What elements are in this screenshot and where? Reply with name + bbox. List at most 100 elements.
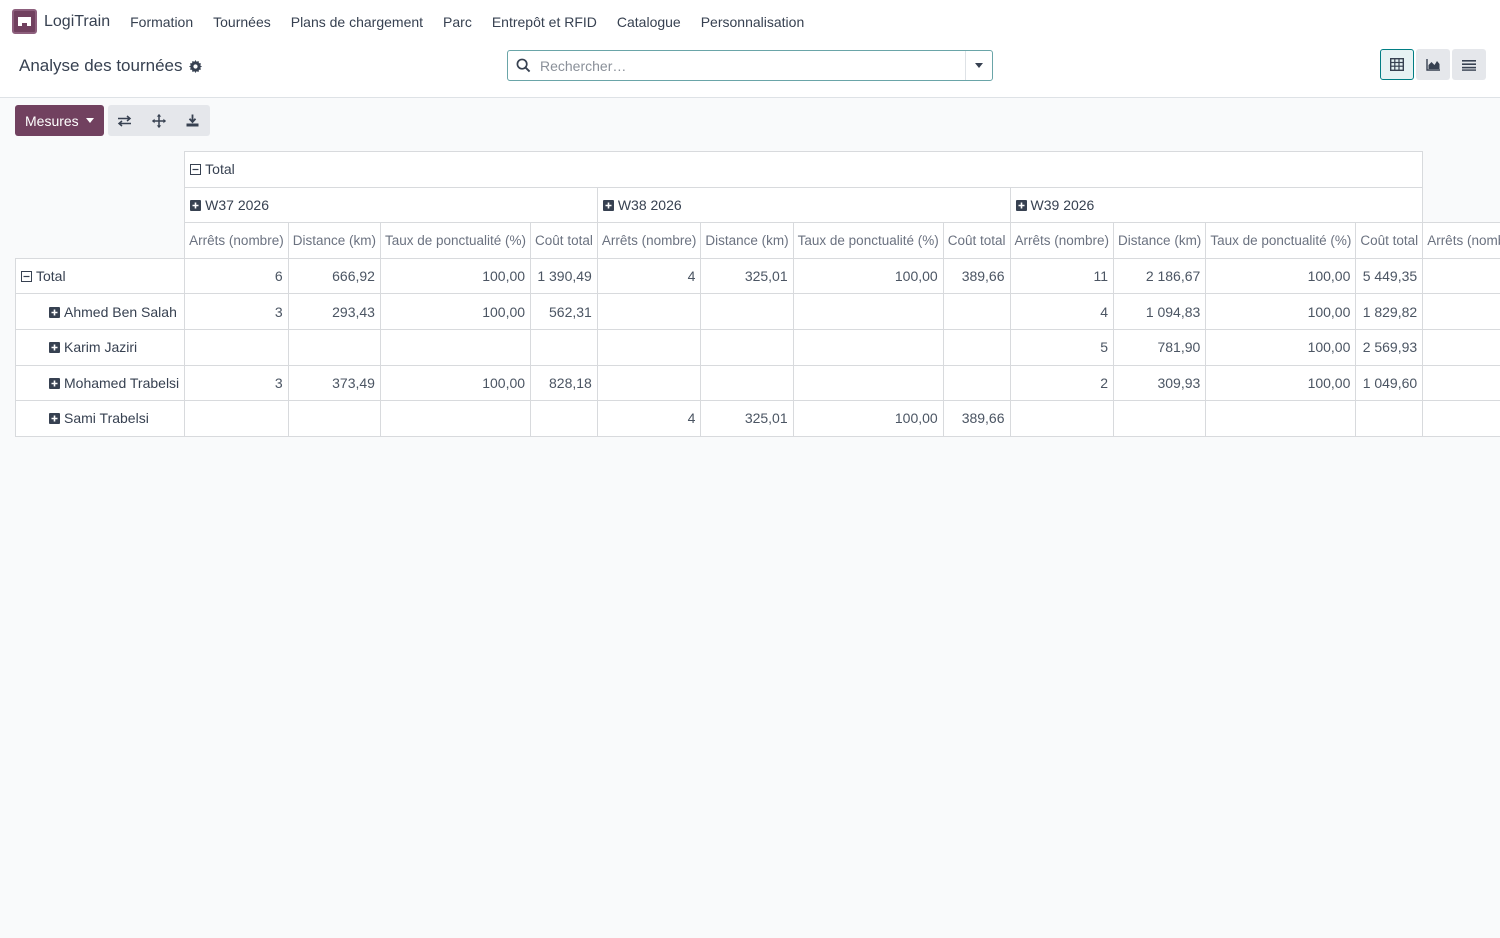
nav-item-parc[interactable]: Parc — [443, 14, 472, 30]
pivot-cell[interactable]: 293,43 — [287, 293, 381, 330]
pivot-cell[interactable]: 5 — [1009, 328, 1115, 366]
pivot-cell[interactable]: 1 829,82 — [1355, 293, 1424, 330]
col-header-total[interactable]: Total — [184, 151, 1424, 188]
pivot-cell[interactable]: 100,00 — [792, 400, 944, 437]
pivot-cell[interactable] — [530, 328, 598, 366]
pivot-cell[interactable] — [792, 364, 944, 402]
row-header[interactable]: Karim Jaziri — [15, 328, 186, 366]
col-header-week[interactable]: W39 2026 — [1009, 186, 1424, 224]
pivot-cell[interactable]: 3 — [184, 293, 289, 330]
pivot-cell[interactable]: 389,66 — [942, 257, 1011, 295]
pivot-cell[interactable]: 100,00 — [1205, 364, 1357, 402]
col-header-week[interactable]: W38 2026 — [596, 186, 1011, 224]
pivot-cell[interactable]: 11 — [1009, 257, 1115, 295]
pivot-cell[interactable] — [596, 293, 702, 330]
pivot-cell[interactable] — [942, 328, 1011, 366]
pivot-cell[interactable] — [1355, 400, 1424, 437]
graph-view-button[interactable] — [1416, 49, 1450, 80]
measure-header[interactable]: Arrêts (nombre) — [1009, 222, 1115, 259]
measure-header[interactable]: Taux de ponctualité (%) — [379, 222, 532, 259]
measure-header[interactable]: Coût total — [530, 222, 598, 259]
pivot-cell[interactable] — [379, 328, 532, 366]
pivot-cell[interactable]: 5 — [1422, 328, 1500, 366]
pivot-cell[interactable]: 4 — [596, 257, 702, 295]
pivot-cell[interactable] — [942, 293, 1011, 330]
measure-header[interactable]: Arrêts (nombre) — [184, 222, 289, 259]
measure-header[interactable]: Distance (km) — [287, 222, 381, 259]
search-options-toggle[interactable] — [965, 51, 992, 80]
pivot-cell[interactable]: 100,00 — [792, 257, 944, 295]
pivot-cell[interactable]: 100,00 — [379, 293, 532, 330]
pivot-cell[interactable] — [700, 328, 794, 366]
nav-item-formation[interactable]: Formation — [130, 14, 193, 30]
pivot-cell[interactable] — [379, 400, 532, 437]
pivot-cell[interactable]: 4 — [1422, 400, 1500, 437]
pivot-cell[interactable]: 2 — [1009, 364, 1115, 402]
measure-header[interactable]: Coût total — [942, 222, 1011, 259]
flip-axis-button[interactable] — [107, 105, 142, 136]
search-input[interactable] — [538, 51, 965, 80]
nav-item-entrepot-rfid[interactable]: Entrepôt et RFID — [492, 14, 597, 30]
pivot-view-button[interactable] — [1380, 49, 1414, 80]
pivot-cell[interactable]: 100,00 — [1205, 257, 1357, 295]
pivot-cell[interactable]: 309,93 — [1113, 364, 1207, 402]
list-view-button[interactable] — [1452, 49, 1486, 80]
nav-item-tournees[interactable]: Tournées — [213, 14, 271, 30]
pivot-cell[interactable]: 2 569,93 — [1355, 328, 1424, 366]
col-header-week[interactable]: W37 2026 — [184, 186, 598, 224]
expand-all-button[interactable] — [141, 105, 176, 136]
pivot-cell[interactable]: 100,00 — [379, 257, 532, 295]
pivot-cell[interactable]: 325,01 — [700, 257, 794, 295]
pivot-cell[interactable] — [942, 364, 1011, 402]
pivot-cell[interactable]: 4 — [1009, 293, 1115, 330]
pivot-cell[interactable]: 828,18 — [530, 364, 598, 402]
pivot-cell[interactable]: 781,90 — [1113, 328, 1207, 366]
pivot-cell[interactable] — [287, 400, 381, 437]
pivot-cell[interactable]: 5 449,35 — [1355, 257, 1424, 295]
measure-header-total[interactable]: Arrêts (nombre) — [1422, 222, 1500, 259]
pivot-cell[interactable]: 666,92 — [287, 257, 381, 295]
pivot-cell[interactable]: 5 — [1422, 364, 1500, 402]
pivot-cell[interactable] — [792, 328, 944, 366]
pivot-cell[interactable]: 100,00 — [379, 364, 532, 402]
pivot-cell[interactable] — [700, 364, 794, 402]
nav-item-catalogue[interactable]: Catalogue — [617, 14, 681, 30]
pivot-cell[interactable] — [1205, 400, 1357, 437]
measures-dropdown-button[interactable]: Mesures — [15, 105, 104, 136]
pivot-cell[interactable]: 1 049,60 — [1355, 364, 1424, 402]
measure-header[interactable]: Distance (km) — [1113, 222, 1207, 259]
pivot-cell[interactable] — [287, 328, 381, 366]
pivot-cell[interactable]: 7 — [1422, 293, 1500, 330]
row-header[interactable]: Sami Trabelsi — [15, 400, 186, 437]
pivot-cell[interactable] — [184, 400, 289, 437]
pivot-cell[interactable]: 4 — [596, 400, 702, 437]
pivot-cell[interactable] — [700, 293, 794, 330]
pivot-cell[interactable] — [1113, 400, 1207, 437]
pivot-cell[interactable] — [1009, 400, 1115, 437]
gear-icon[interactable] — [188, 59, 202, 73]
pivot-cell[interactable]: 562,31 — [530, 293, 598, 330]
pivot-cell[interactable] — [596, 328, 702, 366]
pivot-cell[interactable]: 1 094,83 — [1113, 293, 1207, 330]
pivot-cell[interactable] — [792, 293, 944, 330]
pivot-cell[interactable]: 325,01 — [700, 400, 794, 437]
measure-header[interactable]: Taux de ponctualité (%) — [792, 222, 944, 259]
pivot-cell[interactable]: 6 — [184, 257, 289, 295]
app-logo-icon[interactable] — [12, 9, 37, 34]
row-header-total[interactable]: Total — [15, 257, 186, 295]
pivot-cell[interactable]: 3 — [184, 364, 289, 402]
pivot-cell[interactable]: 100,00 — [1205, 328, 1357, 366]
nav-item-plans-de-chargement[interactable]: Plans de chargement — [291, 14, 423, 30]
pivot-cell[interactable] — [184, 328, 289, 366]
row-header[interactable]: Mohamed Trabelsi — [15, 364, 186, 402]
pivot-cell[interactable]: 2 186,67 — [1113, 257, 1207, 295]
measure-header[interactable]: Taux de ponctualité (%) — [1205, 222, 1357, 259]
nav-item-personnalisation[interactable]: Personnalisation — [701, 14, 805, 30]
pivot-cell[interactable] — [530, 400, 598, 437]
row-header[interactable]: Ahmed Ben Salah — [15, 293, 186, 330]
measure-header[interactable]: Coût total — [1355, 222, 1424, 259]
pivot-cell[interactable]: 100,00 — [1205, 293, 1357, 330]
app-name[interactable]: LogiTrain — [44, 13, 110, 31]
pivot-cell[interactable]: 21 — [1422, 257, 1500, 295]
download-button[interactable] — [175, 105, 210, 136]
